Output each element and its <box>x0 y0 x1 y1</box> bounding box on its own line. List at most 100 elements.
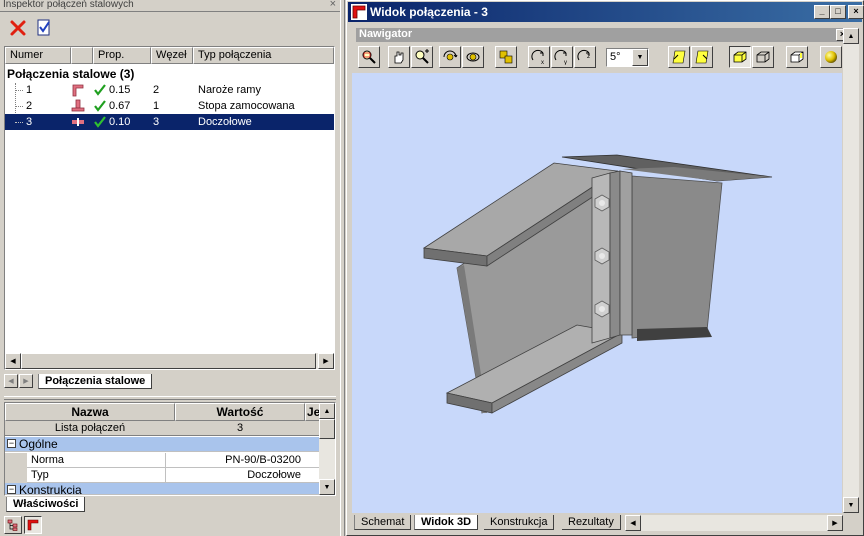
view-title: Widok połączenia - 3 <box>370 5 488 19</box>
svg-text:x: x <box>541 60 544 65</box>
row-number: 3 <box>26 116 33 128</box>
scroll-left-icon[interactable]: ◀ <box>625 515 641 531</box>
view-titlebar: Widok połączenia - 3 _ □ × <box>348 2 864 22</box>
render-sphere-icon[interactable] <box>820 46 842 68</box>
row-number: 2 <box>26 100 33 112</box>
column-header-value[interactable]: Wartość <box>175 403 305 421</box>
end-plate-icon <box>71 115 85 134</box>
ok-check-icon <box>93 115 107 134</box>
next-view-icon[interactable] <box>691 46 713 68</box>
table-row-selected[interactable]: 3 0.10 3 Doczołowe <box>5 114 334 130</box>
inspector-close-icon[interactable]: × <box>330 0 336 10</box>
previous-view-icon[interactable] <box>668 46 690 68</box>
close-button[interactable]: × <box>848 5 864 19</box>
row-prop: 0.10 <box>109 116 131 128</box>
check-document-icon[interactable] <box>34 18 54 38</box>
group-row[interactable]: Połączenia stalowe (3) <box>5 66 334 82</box>
scroll-down-icon[interactable]: ▼ <box>843 497 859 513</box>
tab-construction[interactable]: Konstrukcja <box>484 515 555 530</box>
row-node: 1 <box>153 100 160 112</box>
tab-schema[interactable]: Schemat <box>354 515 412 530</box>
inspector-panel: Inspektor połączeń stalowych × Numer Pro… <box>0 0 340 392</box>
vertical-splitter[interactable] <box>340 0 345 536</box>
property-row-type[interactable]: Typ Doczołowe <box>5 468 321 483</box>
navigator-titlebar: Nawigator × <box>356 28 850 42</box>
bolt <box>594 300 610 318</box>
navigator-title: Nawigator <box>359 28 413 40</box>
row-node: 3 <box>153 116 160 128</box>
scroll-down-icon[interactable]: ▼ <box>319 479 335 495</box>
tree-view-icon[interactable] <box>4 516 22 534</box>
collapse-icon[interactable]: − <box>7 485 16 494</box>
section-label: Konstrukcja <box>19 483 82 495</box>
property-name: Lista połączeń <box>54 422 126 434</box>
rotate-icon[interactable] <box>439 46 461 68</box>
pan-icon[interactable] <box>388 46 410 68</box>
property-row-norm[interactable]: Norma PN-90/B-03200 <box>5 453 321 468</box>
box-view-icon[interactable] <box>786 46 808 68</box>
tab-steel-connections[interactable]: Połączenia stalowe <box>38 374 153 389</box>
column-header-prop[interactable]: Prop. <box>93 47 151 64</box>
view-horizontal-scrollbar[interactable]: ◀ ▶ <box>625 515 843 531</box>
bolt <box>594 194 610 212</box>
inspector-toolbar <box>4 14 336 42</box>
row-type: Stopa zamocowana <box>198 100 295 112</box>
connection-view-window: Widok połączenia - 3 _ □ × Nawigator × x <box>346 0 864 536</box>
inspector-tabstrip: ◀ ▶ Połączenia stalowe <box>4 374 335 390</box>
table-row[interactable]: 2 0.67 1 Stopa zamocowana <box>5 98 334 114</box>
column-header-icon[interactable] <box>71 47 93 64</box>
scroll-up-icon[interactable]: ▲ <box>319 403 335 419</box>
tab-scroll-right-icon[interactable]: ▶ <box>19 374 33 388</box>
3d-viewport[interactable] <box>352 73 842 513</box>
row-prop: 0.15 <box>109 84 131 96</box>
wireframe-view-icon[interactable] <box>752 46 774 68</box>
row-type: Doczołowe <box>198 116 252 128</box>
section-row-general[interactable]: − Ogólne <box>5 437 321 452</box>
svg-text:z: z <box>587 54 590 60</box>
bolt <box>594 247 610 265</box>
scroll-right-icon[interactable]: ▶ <box>318 353 334 369</box>
angle-select[interactable]: 5° ▼ <box>606 48 649 67</box>
chevron-down-icon[interactable]: ▼ <box>632 49 648 66</box>
property-value: 3 <box>236 422 244 434</box>
properties-grid: Nazwa Wartość Je Lista połączeń 3 − Ogól… <box>4 402 336 496</box>
rotate-z-icon[interactable]: z <box>574 46 596 68</box>
tab-properties[interactable]: Właściwości <box>6 497 86 512</box>
connection-view-icon[interactable] <box>24 516 42 534</box>
scroll-left-icon[interactable]: ◀ <box>5 353 21 369</box>
viewport-vertical-scrollbar[interactable]: ▲ ▼ <box>843 28 859 513</box>
zoom-in-icon[interactable] <box>411 46 433 68</box>
properties-header: Nazwa Wartość Je <box>5 403 321 421</box>
tab-3d-view[interactable]: Widok 3D <box>414 515 479 530</box>
column-header-node[interactable]: Węzeł <box>151 47 193 64</box>
column-header-name[interactable]: Nazwa <box>5 403 175 421</box>
column-header-type[interactable]: Typ połączenia <box>193 47 334 64</box>
table-row[interactable]: 1 0.15 2 Naroże ramy <box>5 82 334 98</box>
steel-connection-model <box>422 154 773 414</box>
inspector-title: Inspektor połączeń stalowych <box>3 0 134 10</box>
rotate-y-icon[interactable]: y <box>551 46 573 68</box>
tab-scroll-left-icon[interactable]: ◀ <box>4 374 18 388</box>
select-box-icon[interactable] <box>495 46 517 68</box>
maximize-button[interactable]: □ <box>830 5 846 19</box>
group-label: Połączenia stalowe (3) <box>7 67 135 81</box>
orbit-icon[interactable] <box>462 46 484 68</box>
fit-view-icon[interactable] <box>358 46 380 68</box>
column-header-number[interactable]: Numer <box>5 47 71 64</box>
properties-vertical-scrollbar[interactable]: ▲ ▼ <box>319 403 335 495</box>
scroll-right-icon[interactable]: ▶ <box>827 515 843 531</box>
collapse-icon[interactable]: − <box>7 439 16 448</box>
minimize-button[interactable]: _ <box>814 5 830 19</box>
scroll-thumb[interactable] <box>21 353 316 369</box>
list-horizontal-scrollbar[interactable]: ◀ ▶ <box>5 353 334 369</box>
section-row-construction[interactable]: − Konstrukcja <box>5 483 321 495</box>
scroll-up-icon[interactable]: ▲ <box>843 28 859 44</box>
solid-view-icon[interactable] <box>729 46 751 68</box>
property-row-list[interactable]: Lista połączeń 3 <box>5 421 321 436</box>
rotate-x-icon[interactable]: x <box>528 46 550 68</box>
scroll-thumb[interactable] <box>319 419 335 439</box>
delete-icon[interactable] <box>8 18 28 38</box>
app-icon <box>351 4 367 20</box>
properties-panel: Nazwa Wartość Je Lista połączeń 3 − Ogól… <box>0 396 340 536</box>
tab-results[interactable]: Rezultaty <box>562 515 621 530</box>
